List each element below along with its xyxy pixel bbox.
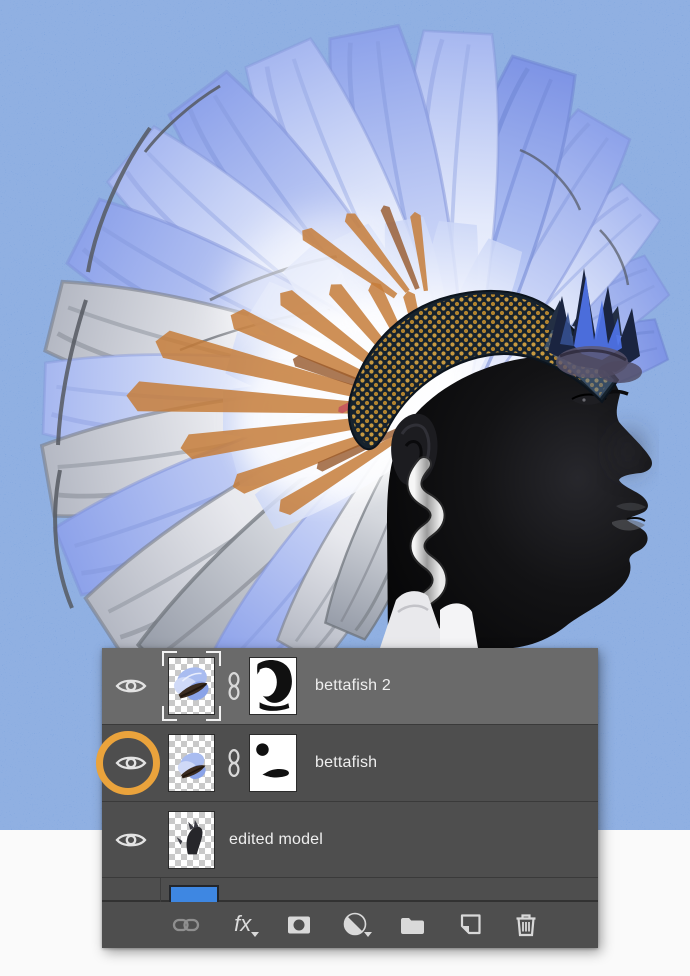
layers-panel-toolbar: fx bbox=[102, 902, 598, 948]
mask-image bbox=[256, 743, 289, 778]
fish-thumbnail-image bbox=[173, 667, 209, 701]
layer-thumbnail-edited-model[interactable] bbox=[168, 810, 215, 869]
caret-down-icon bbox=[363, 932, 372, 937]
screenshot-stage: bettafish 2 bettafish edited model fx bbox=[0, 0, 690, 976]
fish-thumbnail-image bbox=[177, 752, 206, 780]
model-thumbnail-image bbox=[176, 819, 203, 854]
new-layer-button[interactable] bbox=[451, 907, 487, 943]
layer-row-partial[interactable] bbox=[102, 878, 598, 902]
layer-name[interactable]: bettafish bbox=[315, 754, 377, 772]
layers-panel: bettafish 2 bettafish edited model fx bbox=[102, 648, 598, 948]
eye-icon bbox=[115, 833, 147, 846]
link-layers-icon bbox=[172, 918, 200, 932]
add-layer-mask-button[interactable] bbox=[281, 907, 317, 943]
visibility-toggle-bettafish-2[interactable] bbox=[102, 648, 160, 724]
link-layers-button[interactable] bbox=[168, 907, 204, 943]
layer-thumbnail-bettafish-2[interactable] bbox=[162, 651, 221, 721]
new-layer-icon bbox=[461, 914, 481, 935]
delete-layer-button[interactable] bbox=[508, 907, 544, 943]
layer-name[interactable]: edited model bbox=[229, 831, 323, 849]
eye-icon bbox=[115, 679, 147, 693]
layer-styles-button[interactable]: fx bbox=[225, 907, 261, 943]
blue-layer-thumbnail[interactable] bbox=[169, 885, 219, 902]
layer-name[interactable]: bettafish 2 bbox=[315, 677, 391, 695]
new-group-icon bbox=[400, 918, 424, 934]
layer-thumbnail-bettafish[interactable] bbox=[168, 734, 215, 792]
visibility-toggle-edited-model[interactable] bbox=[102, 802, 160, 877]
add-layer-mask-icon bbox=[288, 916, 311, 934]
new-group-button[interactable] bbox=[395, 907, 431, 943]
visibility-toggle-bettafish[interactable] bbox=[102, 725, 160, 801]
layer-mask-thumbnail-bettafish-2[interactable] bbox=[249, 657, 297, 715]
mask-image bbox=[255, 659, 292, 711]
partial-eye-cell bbox=[102, 878, 161, 900]
new-adjustment-layer-button[interactable] bbox=[338, 907, 374, 943]
layer-styles-fx-icon: fx bbox=[234, 911, 252, 936]
caret-down-icon bbox=[250, 932, 259, 937]
layer-row-bettafish-2[interactable]: bettafish 2 bbox=[102, 648, 598, 725]
delete-layer-icon bbox=[516, 914, 536, 937]
mask-link-icon[interactable] bbox=[227, 748, 241, 778]
mask-link-icon[interactable] bbox=[227, 671, 241, 701]
layer-row-bettafish[interactable]: bettafish bbox=[102, 725, 598, 802]
layer-mask-thumbnail-bettafish[interactable] bbox=[249, 734, 297, 792]
eye-icon bbox=[115, 756, 147, 770]
layer-row-edited-model[interactable]: edited model bbox=[102, 802, 598, 878]
